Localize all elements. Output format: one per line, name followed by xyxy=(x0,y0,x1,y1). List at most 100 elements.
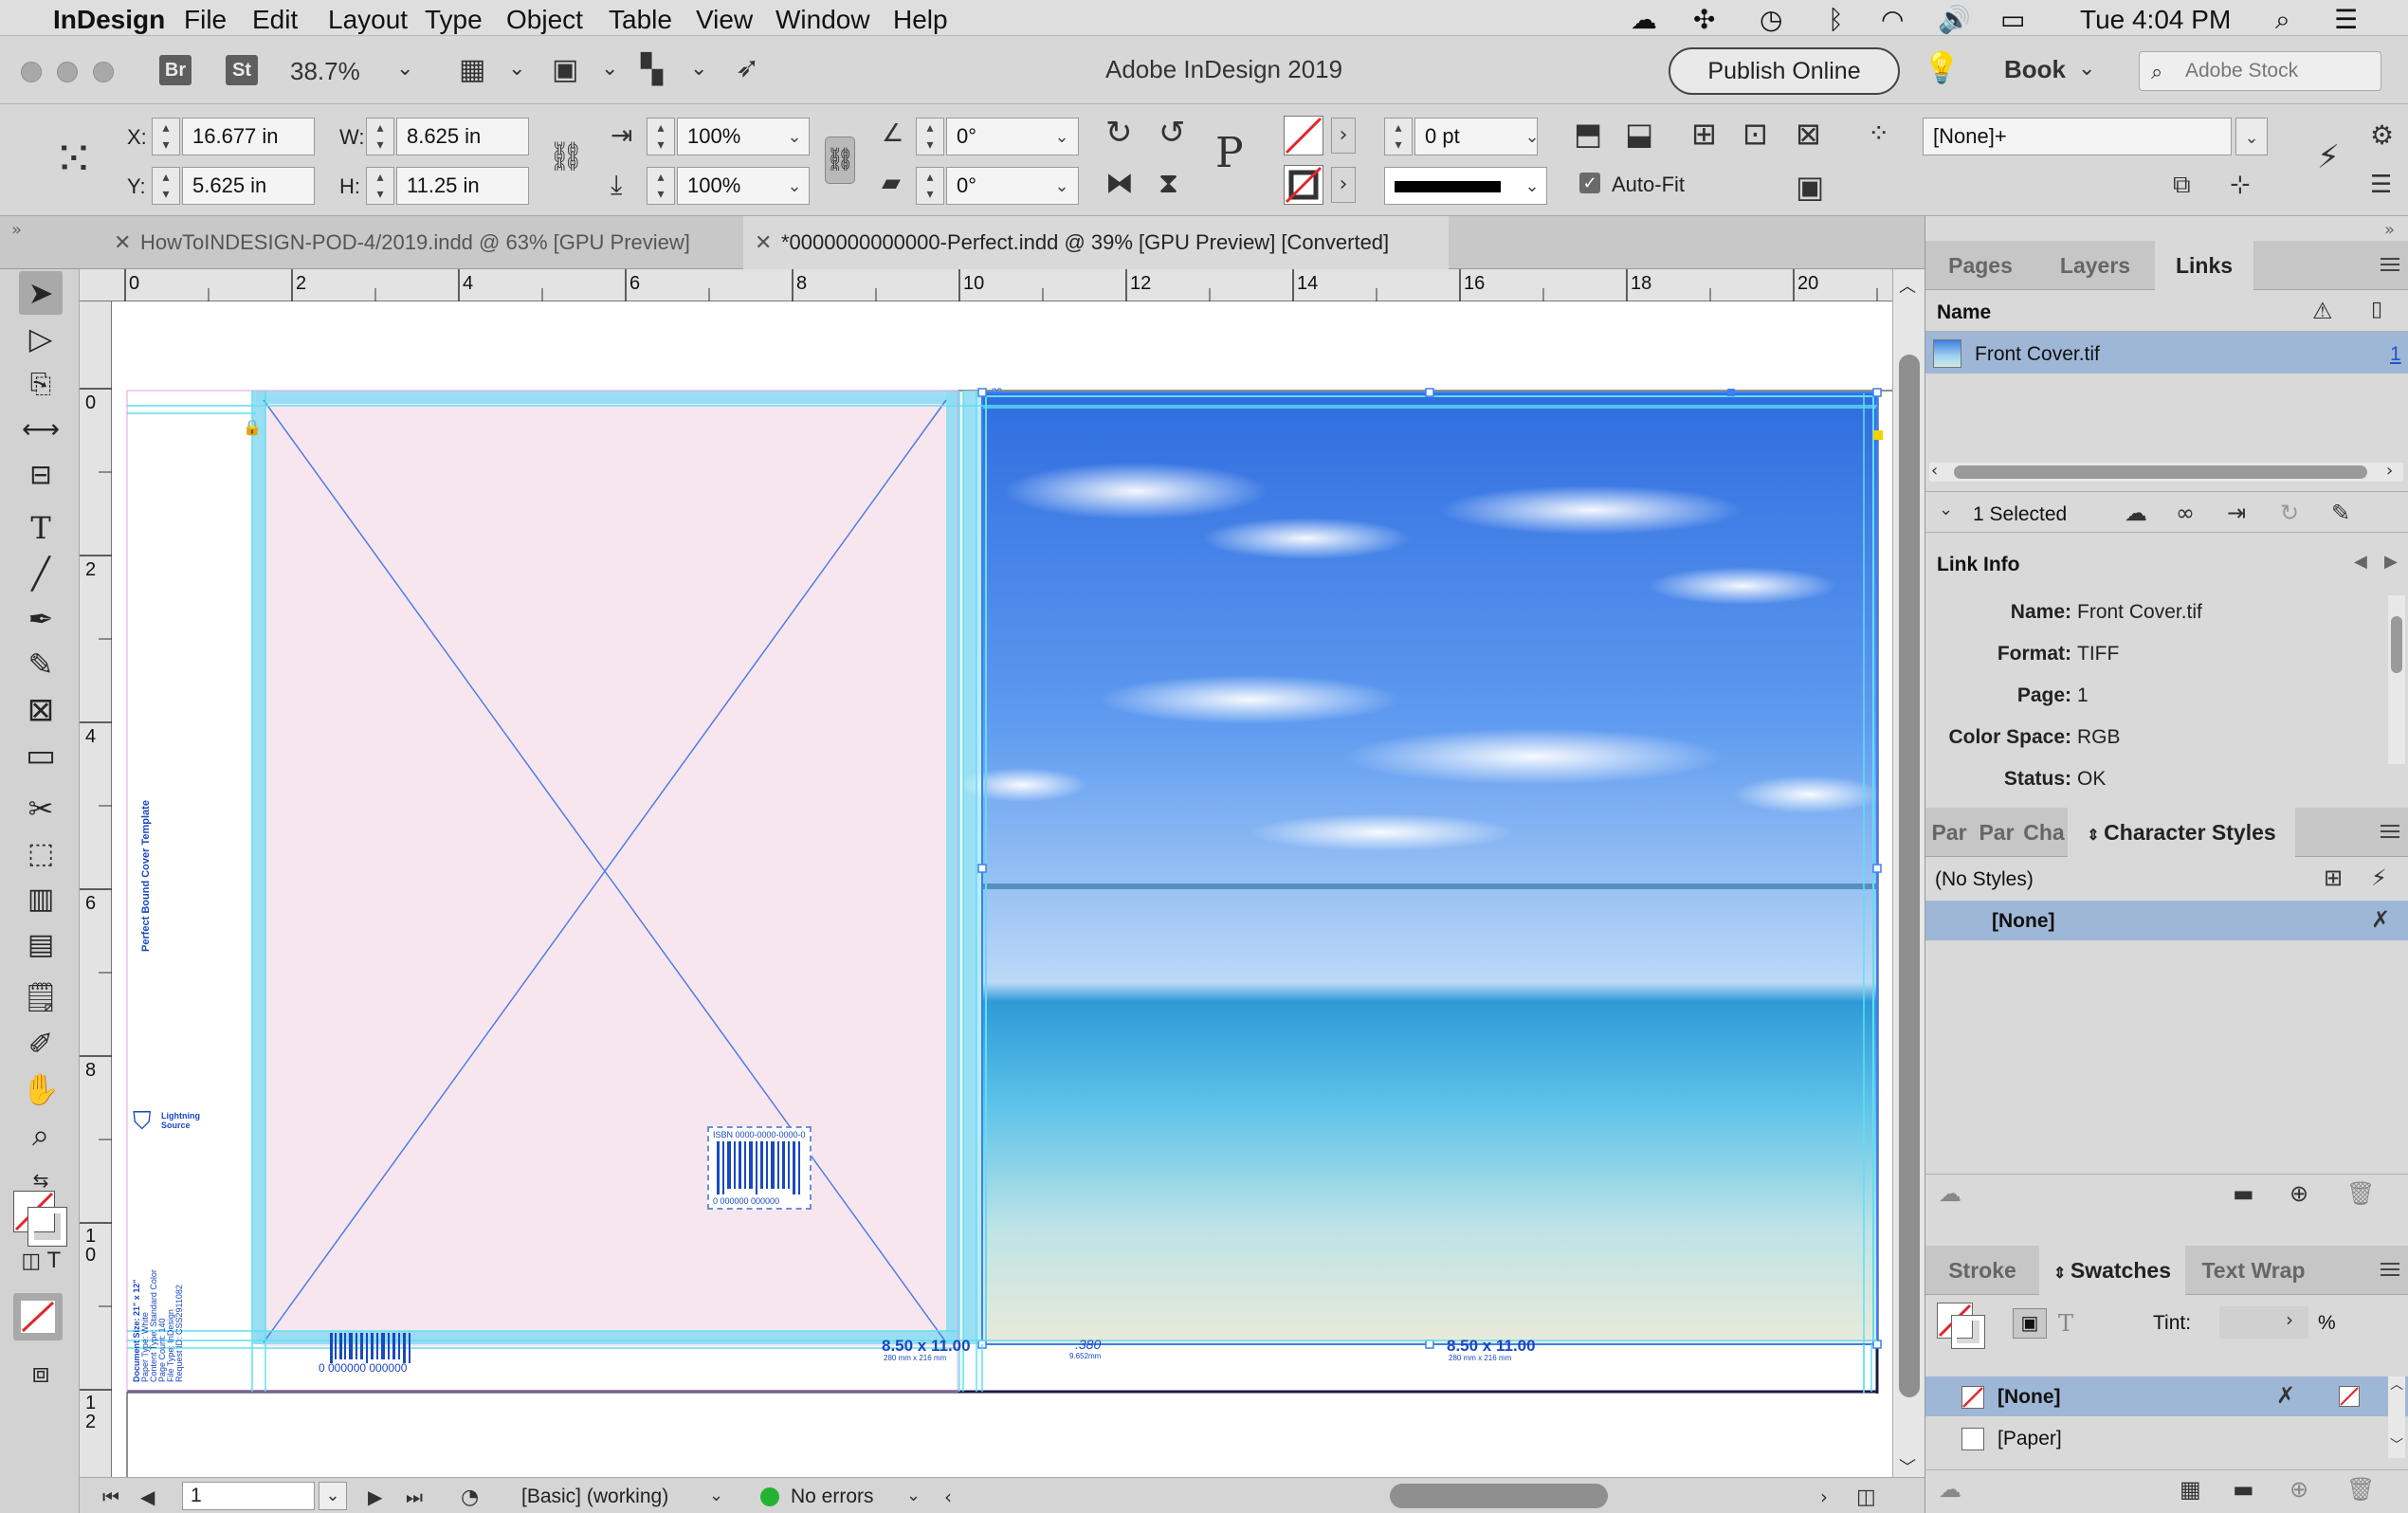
link-row[interactable]: Front Cover.tif 1 xyxy=(1925,332,2408,374)
swatches-scrollbar[interactable]: ︿ ﹀ xyxy=(2388,1376,2405,1458)
delete-swatch-icon[interactable]: 🗑 xyxy=(2346,1476,2375,1503)
page-number-field[interactable]: 1 xyxy=(182,1482,315,1510)
spine-title[interactable]: Perfect Bound Cover Template xyxy=(140,743,161,952)
menu-app[interactable]: InDesign xyxy=(53,5,165,35)
zoom-window-button[interactable] xyxy=(93,62,114,82)
gradient-feather-tool-icon[interactable]: ▤ xyxy=(19,923,63,967)
delete-style-icon[interactable]: 🗑 xyxy=(2346,1180,2375,1207)
type-tool-icon[interactable]: T xyxy=(19,506,63,550)
preflight-profile-dropdown-icon[interactable]: ⌄ xyxy=(709,1486,723,1505)
swatches-scroll-down-icon[interactable]: ﹀ xyxy=(2390,1435,2403,1454)
preflight-errors[interactable]: No errors xyxy=(791,1486,874,1508)
screen-mode-icon[interactable]: ▣ xyxy=(552,53,578,86)
new-character-style-icon[interactable]: ⊕ xyxy=(2289,1180,2308,1207)
formatting-container-button[interactable]: ▣ xyxy=(2013,1308,2047,1339)
view-options-icon[interactable]: ▦ xyxy=(459,53,485,86)
direct-selection-tool-icon[interactable]: ▷ xyxy=(19,317,63,360)
eyedropper-tool-icon[interactable]: ✐ xyxy=(19,1022,63,1066)
zoom-dropdown-icon[interactable]: ⌄ xyxy=(396,57,413,81)
vertical-scrollbar[interactable]: ︿ ﹀ xyxy=(1892,269,1925,1478)
object-style-field[interactable]: [None]+ xyxy=(1923,118,2232,155)
menu-type[interactable]: Type xyxy=(425,5,483,35)
swatch-row-none[interactable]: [None] ✗ xyxy=(1925,1376,2408,1416)
previous-page-icon[interactable]: ◀ xyxy=(140,1486,155,1508)
link-info-scrollbar[interactable] xyxy=(2388,595,2405,764)
character-style-row[interactable]: [None] ✗ xyxy=(1925,901,2408,940)
front-cover-image[interactable] xyxy=(982,392,1877,1344)
scroll-left-icon[interactable]: ‹ xyxy=(944,1486,952,1508)
tab-paragraph[interactable]: Par xyxy=(1925,808,1973,857)
h-field[interactable]: 11.25 in xyxy=(396,167,529,205)
tint-slider-icon[interactable]: › xyxy=(2286,1308,2293,1331)
screen-mode-dropdown-icon[interactable]: ⌄ xyxy=(601,57,618,81)
pen-tool-icon[interactable]: ✒ xyxy=(19,597,63,641)
volume-icon[interactable]: 🔊 xyxy=(1938,4,1971,35)
menu-window[interactable]: Window xyxy=(775,5,870,35)
close-window-button[interactable] xyxy=(21,62,42,82)
gradient-swatch-tool-icon[interactable]: ▥ xyxy=(19,878,63,921)
w-field[interactable]: 8.625 in xyxy=(396,118,529,155)
tab-paragraph-styles[interactable]: Par xyxy=(1973,808,2020,857)
auto-fit-checkbox[interactable]: ✓ xyxy=(1579,173,1600,193)
new-object-style-icon[interactable]: ⊹ xyxy=(2230,171,2251,199)
links-scroll-thumb[interactable] xyxy=(1954,465,2367,479)
preflight-profile-label[interactable]: [Basic] (working) xyxy=(521,1486,668,1508)
menubar-clock[interactable]: Tue 4:04 PM xyxy=(2080,5,2231,35)
scissors-tool-icon[interactable]: ✂ xyxy=(19,787,63,830)
styles-panel-menu-icon[interactable] xyxy=(2381,825,2399,838)
next-page-icon[interactable]: ▶ xyxy=(368,1486,382,1508)
workspace-switcher[interactable]: Book xyxy=(2004,55,2066,84)
slack-icon[interactable]: ✣ xyxy=(1693,4,1715,35)
scale-x-stepper[interactable]: ▴ ▾ xyxy=(647,118,675,155)
rotate-dropdown-icon[interactable]: ⌄ xyxy=(1049,118,1075,155)
time-machine-icon[interactable]: ◷ xyxy=(1760,4,1782,35)
swatch-row-paper[interactable]: [Paper] xyxy=(1925,1418,2408,1458)
note-tool-icon[interactable]: 🗒 xyxy=(19,976,63,1020)
flip-horizontal-icon[interactable]: ⧓ xyxy=(1105,167,1134,200)
clear-overrides-icon[interactable]: ⧉ xyxy=(2173,171,2191,200)
horizontal-ruler[interactable]: 0 2 4 6 8 10 12 14 16 18 20 xyxy=(80,269,1892,301)
minimize-window-button[interactable] xyxy=(57,62,78,82)
rectangle-tool-icon[interactable]: ▭ xyxy=(19,734,63,777)
tab-document-perfect[interactable]: ✕ *0000000000000-Perfect.indd @ 39% [GPU… xyxy=(743,216,1449,269)
stroke-swatch-menu-icon[interactable]: › xyxy=(1331,167,1356,203)
rotate-counterclockwise-icon[interactable]: ↺ xyxy=(1158,114,1186,152)
vertical-scroll-thumb[interactable] xyxy=(1899,355,1920,1397)
rotate-clockwise-icon[interactable]: ↻ xyxy=(1105,114,1133,152)
links-horizontal-scrollbar[interactable]: ‹ › xyxy=(1929,461,2403,482)
tint-field[interactable] xyxy=(2219,1306,2308,1339)
rectangle-frame-tool-icon[interactable]: ⊠ xyxy=(19,688,63,732)
share-for-review-icon[interactable]: ➶ xyxy=(736,51,759,84)
menu-edit[interactable]: Edit xyxy=(252,5,298,35)
link-info-toggle-icon[interactable]: ⌄ xyxy=(1939,500,1953,520)
link-page[interactable]: 1 xyxy=(2390,343,2401,366)
menu-view[interactable]: View xyxy=(696,5,753,35)
arrange-dropdown-icon[interactable]: ⌄ xyxy=(690,57,707,81)
fit-content-proportionally-icon[interactable]: ⊠ xyxy=(1796,116,1821,152)
adobe-stock-search[interactable]: ⌕ Adobe Stock xyxy=(2139,51,2381,91)
shear-dropdown-icon[interactable]: ⌄ xyxy=(1049,167,1075,205)
menu-file[interactable]: File xyxy=(184,5,227,35)
link-info-scroll-thumb[interactable] xyxy=(2391,616,2402,673)
reference-point-icon[interactable]: ⁙ xyxy=(53,133,95,186)
content-collector-icon[interactable]: ⊟ xyxy=(19,453,63,497)
zoom-level[interactable]: 38.7% xyxy=(290,57,360,86)
quick-apply-icon[interactable]: ⚡ xyxy=(2317,138,2340,176)
formatting-affects-container-icon[interactable]: ◫ T xyxy=(19,1240,63,1284)
swatch-stroke-box[interactable] xyxy=(1951,1315,1985,1349)
spine-width[interactable]: .380 xyxy=(1075,1337,1101,1352)
y-field[interactable]: 5.625 in xyxy=(182,167,315,205)
horizontal-scroll-thumb[interactable] xyxy=(1390,1484,1608,1508)
status-column-warning-icon[interactable]: ⚠ xyxy=(2312,298,2333,324)
tab-pages[interactable]: Pages xyxy=(1925,241,2035,290)
links-panel-menu-icon[interactable] xyxy=(2381,258,2399,271)
menu-object[interactable]: Object xyxy=(506,5,583,35)
page-tool-icon[interactable]: ⎘ xyxy=(19,362,63,406)
battery-icon[interactable]: ▭ xyxy=(2000,4,2025,35)
create-style-group-icon[interactable]: ⊞ xyxy=(2324,865,2343,891)
isbn-barcode-box[interactable]: ISBN 0000-0000-0000-0 0 000000 000000 xyxy=(707,1126,812,1210)
spotlight-icon[interactable]: ⌕ xyxy=(2275,4,2290,36)
menu-table[interactable]: Table xyxy=(609,5,672,35)
menu-layout[interactable]: Layout xyxy=(328,5,408,35)
select-content-icon[interactable]: ⁘ xyxy=(1868,118,1889,149)
